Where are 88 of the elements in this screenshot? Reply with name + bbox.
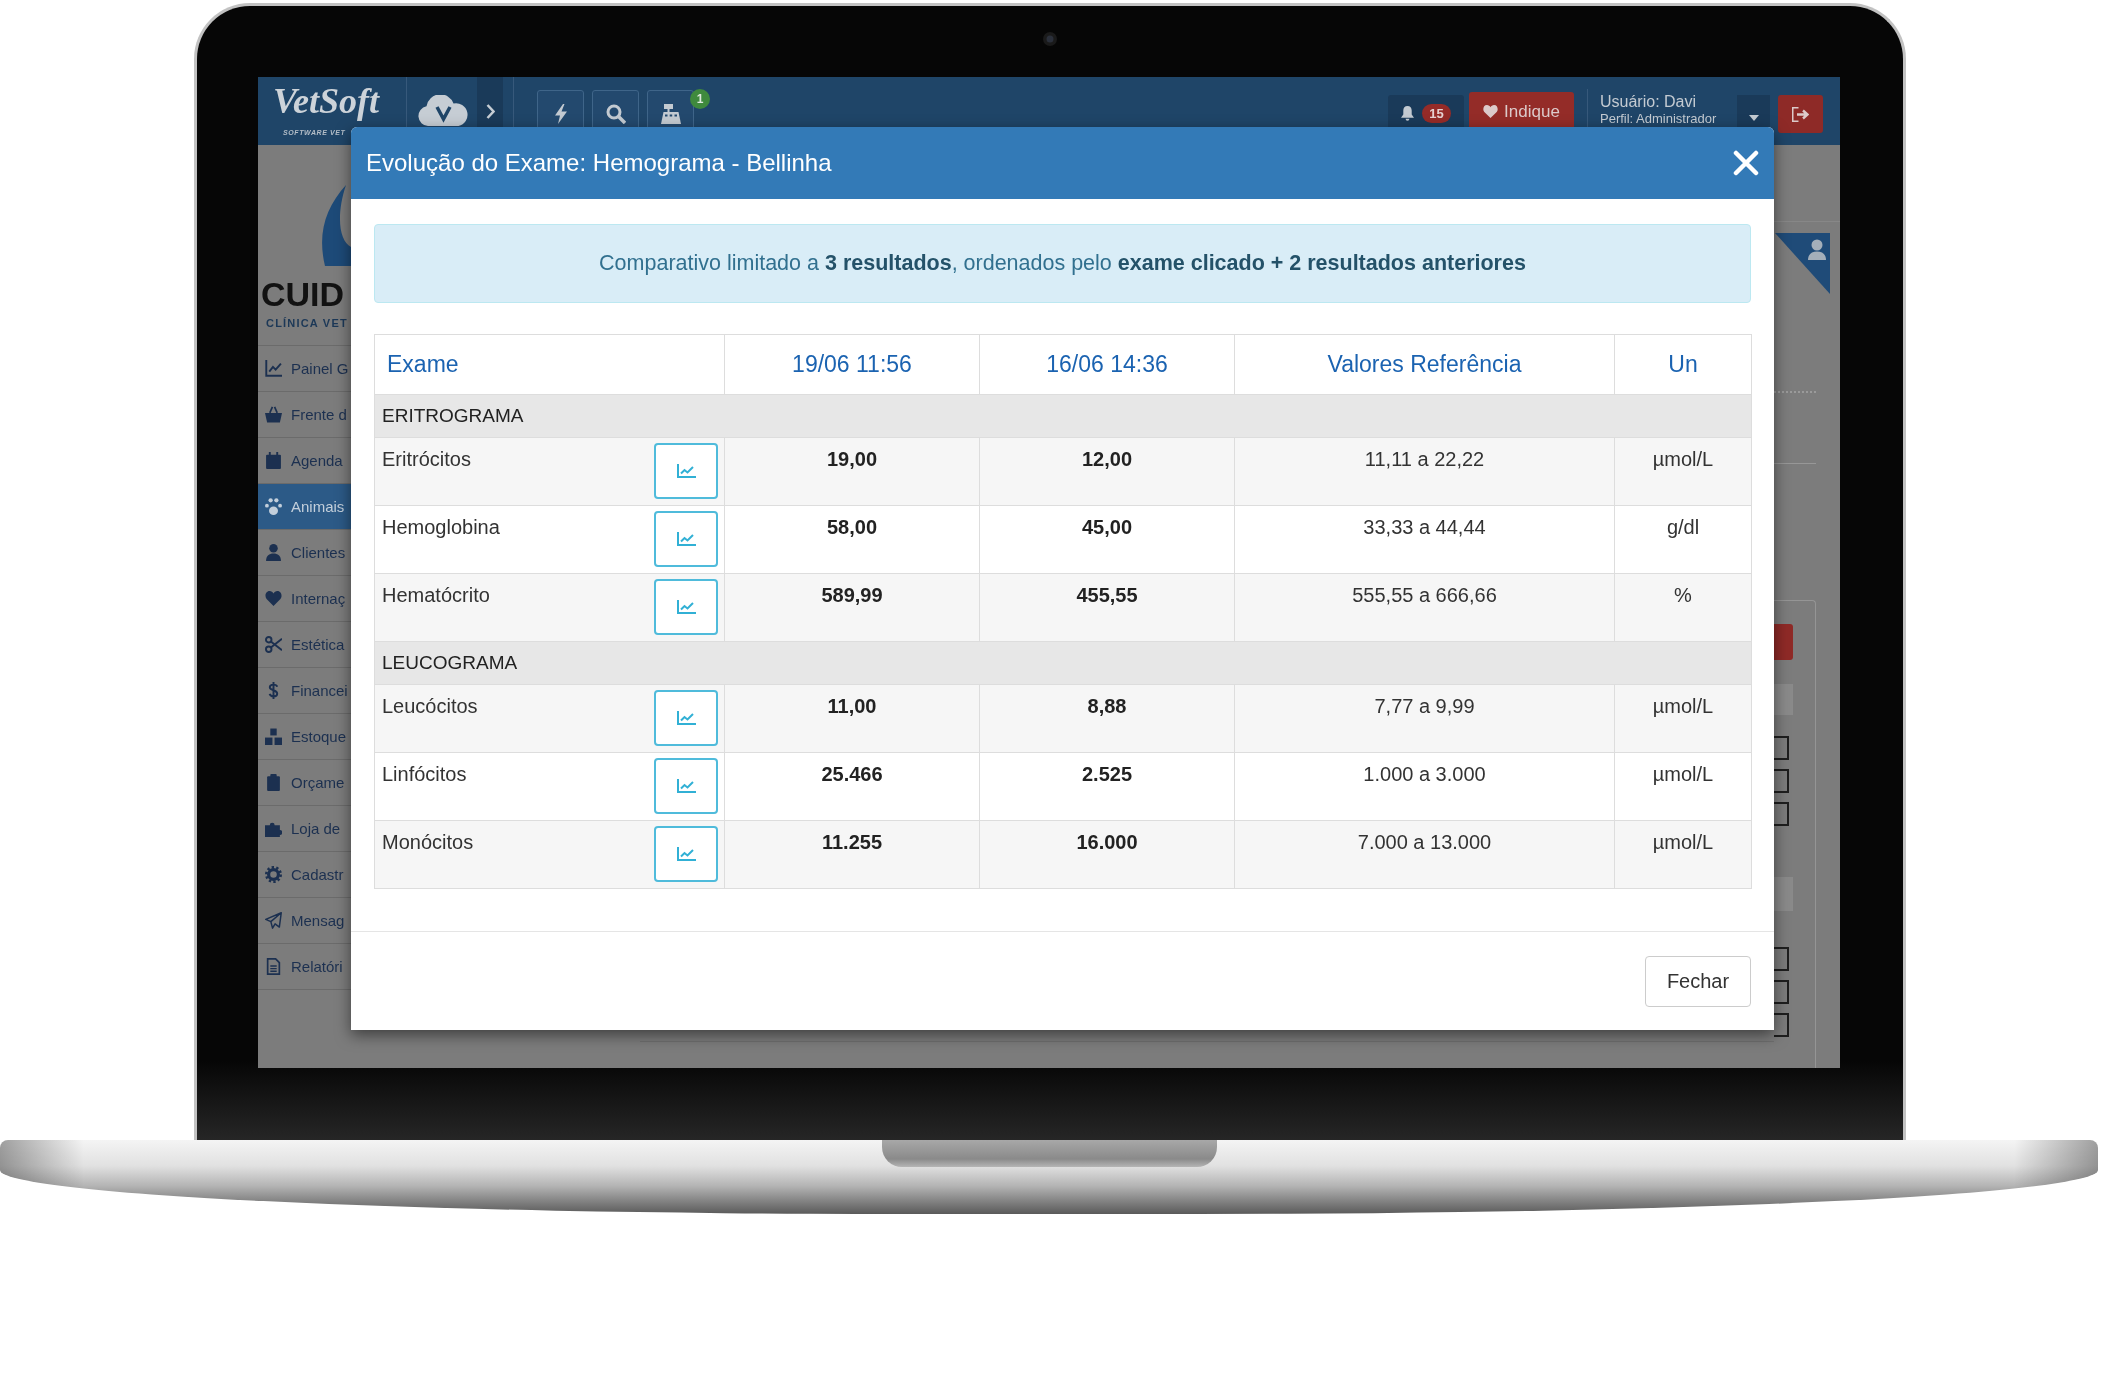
line-chart-icon	[676, 464, 696, 478]
chevron-right-icon	[485, 103, 495, 119]
exam-name: Hematócrito	[382, 583, 490, 608]
clinic-subtitle: CLÍNICA VET	[266, 316, 348, 330]
unit-cell: µmol/L	[1614, 752, 1752, 821]
group-header: ERITROGRAMA	[374, 394, 1752, 438]
paper-plane-icon	[265, 912, 282, 929]
user-label: Usuário: Davi	[1600, 93, 1697, 111]
chart-button[interactable]	[654, 511, 718, 567]
webcam-dot-icon	[1043, 32, 1057, 46]
input-field[interactable]	[1774, 684, 1793, 715]
line-chart-icon	[676, 600, 696, 614]
result-cell: 25.466	[724, 752, 980, 821]
result-cell: 45,00	[979, 505, 1235, 574]
close-button[interactable]: Fechar	[1645, 956, 1751, 1007]
result-cell: 11,00	[724, 684, 980, 753]
exam-name: Eritrócitos	[382, 447, 471, 472]
paw-icon	[265, 498, 282, 515]
clinic-name: CUID	[261, 276, 345, 312]
unit-cell: µmol/L	[1614, 820, 1752, 889]
unit-cell: %	[1614, 573, 1752, 642]
exam-name: Leucócitos	[382, 694, 478, 719]
search-icon	[605, 104, 626, 124]
calendar-icon	[265, 452, 282, 469]
reference-cell: 7,77 a 9,99	[1234, 684, 1615, 753]
column-header: Valores Referência	[1234, 334, 1615, 395]
exam-name: Monócitos	[382, 830, 474, 855]
result-cell: 58,00	[724, 505, 980, 574]
boxes-icon	[265, 728, 282, 745]
unit-cell: µmol/L	[1614, 437, 1752, 506]
reference-cell: 1.000 a 3.000	[1234, 752, 1615, 821]
notification-badge: 15	[1422, 103, 1451, 123]
exam-name: Hemoglobina	[382, 515, 500, 540]
user-corner-icon[interactable]	[1775, 233, 1830, 294]
reference-cell: 555,55 a 666,66	[1234, 573, 1615, 642]
chart-button[interactable]	[654, 443, 718, 499]
document-icon	[265, 958, 282, 975]
line-chart-icon	[676, 532, 696, 546]
group-header: LEUCOGRAMA	[374, 641, 1752, 685]
clipboard-icon	[265, 774, 282, 791]
heart-icon	[1483, 105, 1499, 118]
modal-title: Evolução do Exame: Hemograma - Bellinha	[366, 148, 832, 178]
result-cell: 455,55	[979, 573, 1235, 642]
bell-icon	[1401, 105, 1415, 121]
result-cell: 12,00	[979, 437, 1235, 506]
reference-cell: 33,33 a 44,44	[1234, 505, 1615, 574]
input-field[interactable]	[1774, 877, 1793, 911]
basket-icon	[265, 406, 282, 423]
result-cell: 19,00	[724, 437, 980, 506]
column-header: 16/06 14:36	[979, 334, 1235, 395]
reference-cell: 11,11 a 22,22	[1234, 437, 1615, 506]
column-header: Exame	[374, 334, 725, 395]
cloud-icon[interactable]	[418, 95, 469, 126]
info-alert: Comparativo limitado a 3 resultados, ordenados pelo exame clicado + 2 resultados anteriores	[374, 224, 1751, 303]
puzzle-icon	[265, 820, 282, 837]
gear-icon	[265, 866, 282, 883]
close-button[interactable]	[1733, 150, 1759, 176]
app-logo: VetSoft	[273, 83, 379, 119]
logout-icon	[1792, 106, 1809, 122]
result-cell: 11.255	[724, 820, 980, 889]
scissors-icon	[265, 636, 282, 653]
heart-icon	[265, 590, 282, 607]
result-cell: 589,99	[724, 573, 980, 642]
logout-button[interactable]	[1778, 95, 1823, 133]
close-icon	[1733, 150, 1759, 176]
sidebar-item[interactable]: Animais	[258, 484, 351, 530]
column-header: 19/06 11:56	[724, 334, 980, 395]
chart-button[interactable]	[654, 690, 718, 746]
result-cell: 8,88	[979, 684, 1235, 753]
count-badge: 1	[690, 89, 710, 109]
chart-button[interactable]	[654, 826, 718, 882]
line-chart-icon	[676, 779, 696, 793]
cash-register-icon	[660, 104, 681, 124]
chart-button[interactable]	[654, 758, 718, 814]
result-cell: 2.525	[979, 752, 1235, 821]
caret-down-icon	[1748, 115, 1759, 121]
line-chart-icon	[265, 360, 282, 377]
unit-cell: µmol/L	[1614, 684, 1752, 753]
chart-button[interactable]	[654, 579, 718, 635]
reference-cell: 7.000 a 13.000	[1234, 820, 1615, 889]
line-chart-icon	[676, 711, 696, 725]
column-header: Un	[1614, 334, 1752, 395]
user-icon	[265, 544, 282, 561]
line-chart-icon	[676, 847, 696, 861]
unit-cell: g/dl	[1614, 505, 1752, 574]
profile-label: Perfil: Administrador	[1600, 111, 1717, 126]
result-cell: 16.000	[979, 820, 1235, 889]
exam-name: Linfócitos	[382, 762, 467, 787]
